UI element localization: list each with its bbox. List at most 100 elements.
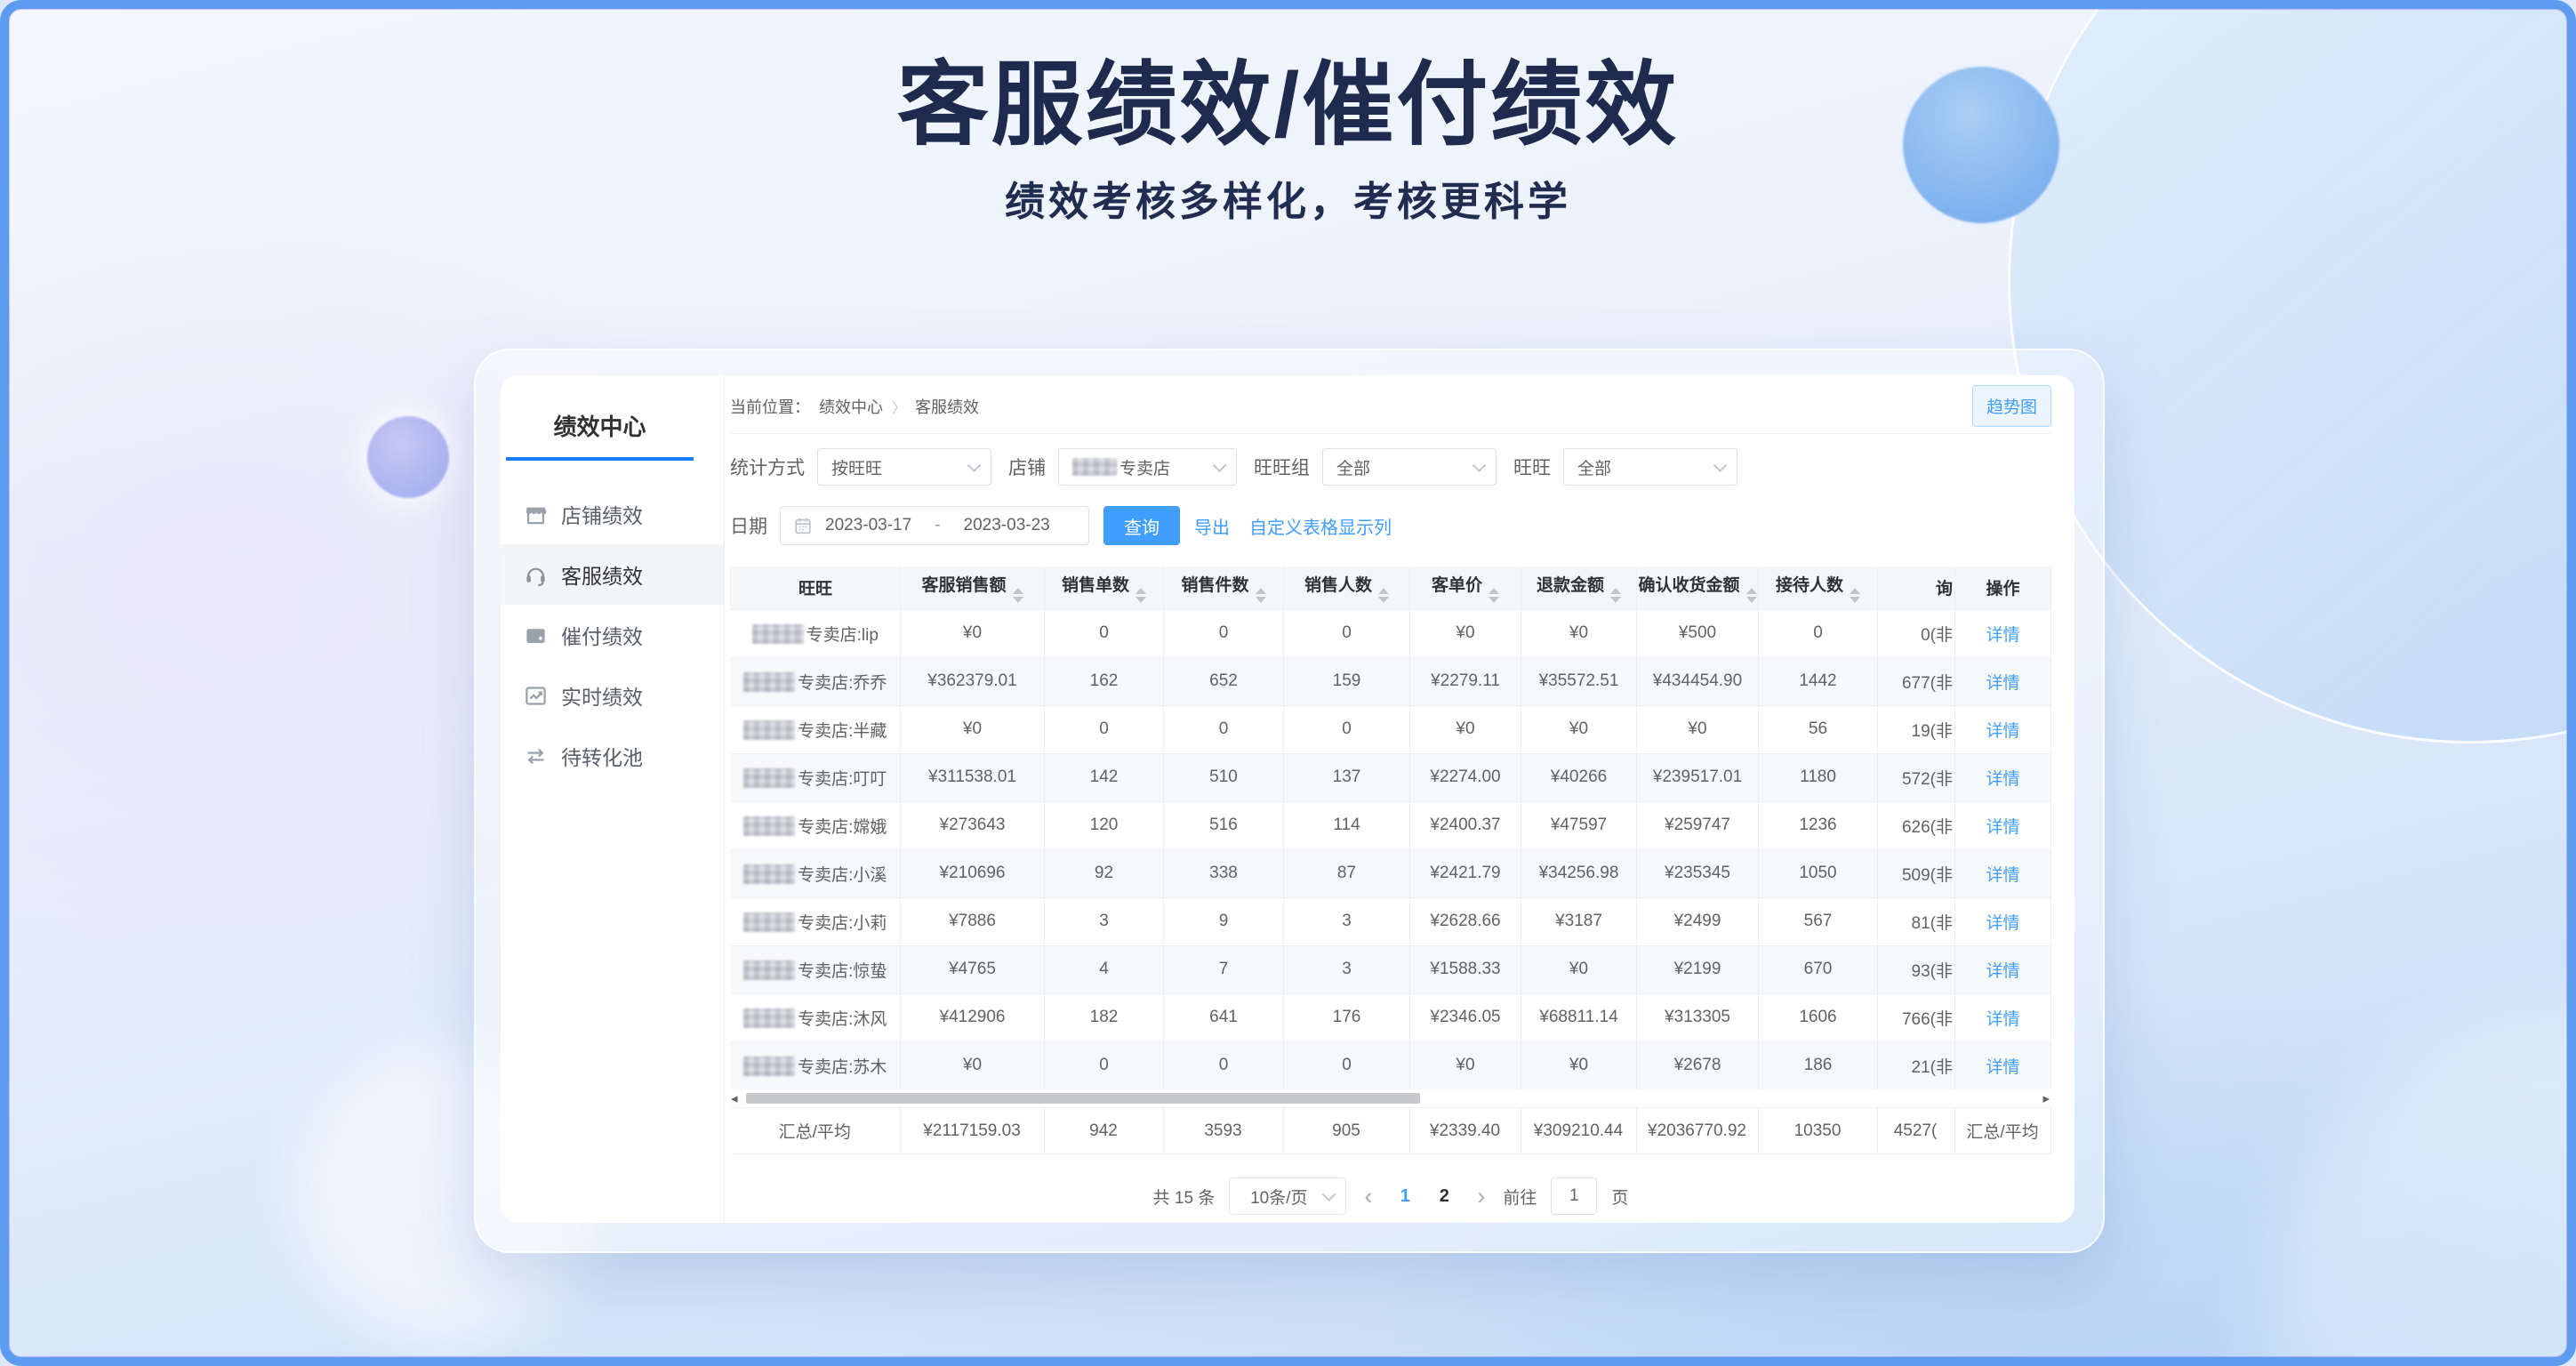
cell-value: 0 xyxy=(1284,1041,1410,1089)
sort-icon[interactable] xyxy=(1256,588,1266,603)
cell-value: 9 xyxy=(1164,897,1284,945)
next-page-button[interactable]: › xyxy=(1473,1185,1489,1209)
masked-text xyxy=(743,960,795,980)
masked-text xyxy=(743,1057,795,1076)
cell-value: ¥259747 xyxy=(1637,801,1759,849)
cell-value: 0 xyxy=(1164,609,1284,657)
sidebar-item-chart[interactable]: 实时绩效 xyxy=(501,665,724,726)
cell-value: ¥0 xyxy=(901,609,1045,657)
cell-action: 详情 xyxy=(1955,705,2051,753)
chevron-down-icon xyxy=(1213,458,1227,472)
cell-value: 0(非 xyxy=(1878,609,1955,657)
column-header-8[interactable]: 接待人数 xyxy=(1759,566,1878,609)
sort-icon[interactable] xyxy=(1850,588,1860,603)
date-end-value[interactable]: 2023-03-23 xyxy=(964,516,1050,535)
detail-link[interactable]: 详情 xyxy=(1986,770,2019,789)
cell-value: 652 xyxy=(1164,657,1284,705)
column-header-2[interactable]: 销售单数 xyxy=(1045,566,1164,609)
cell-value: 3 xyxy=(1284,897,1410,945)
sort-icon[interactable] xyxy=(1136,588,1146,603)
horizontal-scrollbar[interactable]: ◂ ▸ xyxy=(730,1089,2050,1107)
sidebar-item-store[interactable]: 店铺绩效 xyxy=(501,484,724,544)
detail-link[interactable]: 详情 xyxy=(1986,866,2019,885)
table-row: 专卖店:小溪¥2106969233887¥2421.79¥34256.98¥23… xyxy=(731,849,2051,897)
cell-value: ¥412906 xyxy=(901,993,1045,1041)
sort-icon[interactable] xyxy=(1378,588,1389,603)
detail-link[interactable]: 详情 xyxy=(1986,1058,2019,1077)
filter-select-0[interactable]: 按旺旺 xyxy=(817,448,991,486)
cell-value: 4 xyxy=(1045,945,1164,993)
cell-value: ¥0 xyxy=(1637,705,1759,753)
filter-select-3[interactable]: 全部 xyxy=(1563,448,1737,486)
scrollbar-thumb[interactable] xyxy=(746,1093,1420,1104)
cell-value: ¥0 xyxy=(1521,945,1637,993)
detail-link[interactable]: 详情 xyxy=(1986,962,2019,981)
page-number-1[interactable]: 1 xyxy=(1390,1186,1420,1207)
cell-wangwang: 专卖店:苏木 xyxy=(731,1041,901,1089)
page-number-2[interactable]: 2 xyxy=(1429,1186,1459,1207)
sidebar-menu: 店铺绩效客服绩效催付绩效实时绩效待转化池 xyxy=(501,484,724,786)
date-start-value[interactable]: 2023-03-17 xyxy=(825,516,911,535)
column-header-1[interactable]: 客服销售额 xyxy=(901,566,1045,609)
cell-action: 详情 xyxy=(1955,849,2051,897)
export-link[interactable]: 导出 xyxy=(1194,513,1230,539)
page-size-select[interactable]: 10条/页 xyxy=(1229,1177,1346,1215)
wangwang-name: 专卖店:小莉 xyxy=(798,914,887,933)
cell-value: 516 xyxy=(1164,801,1284,849)
column-header-label: 客单价 xyxy=(1432,576,1482,595)
summary-row: 汇总/平均¥2117159.039423593905¥2339.40¥30921… xyxy=(730,1108,2050,1154)
column-header-6[interactable]: 退款金额 xyxy=(1521,566,1637,609)
customize-columns-link[interactable]: 自定义表格显示列 xyxy=(1249,513,1392,539)
cell-value: ¥500 xyxy=(1637,609,1759,657)
cell-value: 1442 xyxy=(1759,657,1878,705)
sidebar-item-wallet[interactable]: 催付绩效 xyxy=(501,605,724,665)
detail-link[interactable]: 详情 xyxy=(1986,818,2019,837)
column-header-4[interactable]: 销售人数 xyxy=(1284,566,1410,609)
date-label: 日期 xyxy=(730,512,767,539)
prev-page-button[interactable]: ‹ xyxy=(1360,1185,1376,1209)
goto-label: 前往 xyxy=(1503,1185,1537,1209)
sort-icon[interactable] xyxy=(1489,588,1499,603)
detail-link[interactable]: 详情 xyxy=(1986,914,2019,933)
cell-value: 0 xyxy=(1045,705,1164,753)
column-header-7[interactable]: 确认收货金额 xyxy=(1637,566,1759,609)
trend-chart-button[interactable]: 趋势图 xyxy=(1972,385,2051,427)
cell-value: 137 xyxy=(1284,753,1410,801)
detail-link[interactable]: 详情 xyxy=(1986,1010,2019,1029)
sidebar-item-headset[interactable]: 客服绩效 xyxy=(501,544,724,605)
date-range-input[interactable]: 2023-03-17 - 2023-03-23 xyxy=(780,506,1089,545)
goto-page-input[interactable]: 1 xyxy=(1551,1177,1597,1215)
cell-value: 572(非 xyxy=(1878,753,1955,801)
sort-icon[interactable] xyxy=(1013,588,1023,603)
detail-link[interactable]: 详情 xyxy=(1986,674,2019,693)
cell-value: ¥235345 xyxy=(1637,849,1759,897)
chevron-down-icon xyxy=(967,458,982,472)
masked-text xyxy=(743,816,795,836)
filter-select-value: 按旺旺 xyxy=(831,455,882,479)
cell-value: ¥3187 xyxy=(1521,897,1637,945)
column-header-label: 询 xyxy=(1936,580,1953,599)
cell-value: 93(非 xyxy=(1878,945,1955,993)
app-window: 绩效中心 店铺绩效客服绩效催付绩效实时绩效待转化池 当前位置： 绩效中心 〉 客… xyxy=(501,375,2074,1223)
detail-link[interactable]: 详情 xyxy=(1986,626,2019,645)
sort-icon[interactable] xyxy=(1610,588,1621,603)
filter-select-1[interactable]: 专卖店 xyxy=(1058,448,1237,486)
scroll-left-icon[interactable]: ◂ xyxy=(731,1090,738,1106)
sidebar: 绩效中心 店铺绩效客服绩效催付绩效实时绩效待转化池 xyxy=(501,375,725,1223)
column-header-3[interactable]: 销售件数 xyxy=(1164,566,1284,609)
column-header-5[interactable]: 客单价 xyxy=(1410,566,1521,609)
breadcrumb-item-performance-center[interactable]: 绩效中心 xyxy=(819,395,883,418)
scroll-right-icon[interactable]: ▸ xyxy=(2042,1090,2050,1106)
cell-value: 1180 xyxy=(1759,753,1878,801)
filter-select-2[interactable]: 全部 xyxy=(1322,448,1497,486)
query-button[interactable]: 查询 xyxy=(1103,506,1180,545)
detail-link[interactable]: 详情 xyxy=(1986,722,2019,741)
wangwang-name: 专卖店:沐风 xyxy=(798,1010,887,1029)
cell-value: 1236 xyxy=(1759,801,1878,849)
sidebar-item-swap[interactable]: 待转化池 xyxy=(501,726,724,786)
cell-action: 详情 xyxy=(1955,657,2051,705)
breadcrumb: 当前位置： 绩效中心 〉 客服绩效 xyxy=(730,395,979,418)
wallet-icon xyxy=(524,623,548,647)
sort-icon[interactable] xyxy=(1746,588,1757,603)
summary-value: 905 xyxy=(1283,1108,1409,1154)
